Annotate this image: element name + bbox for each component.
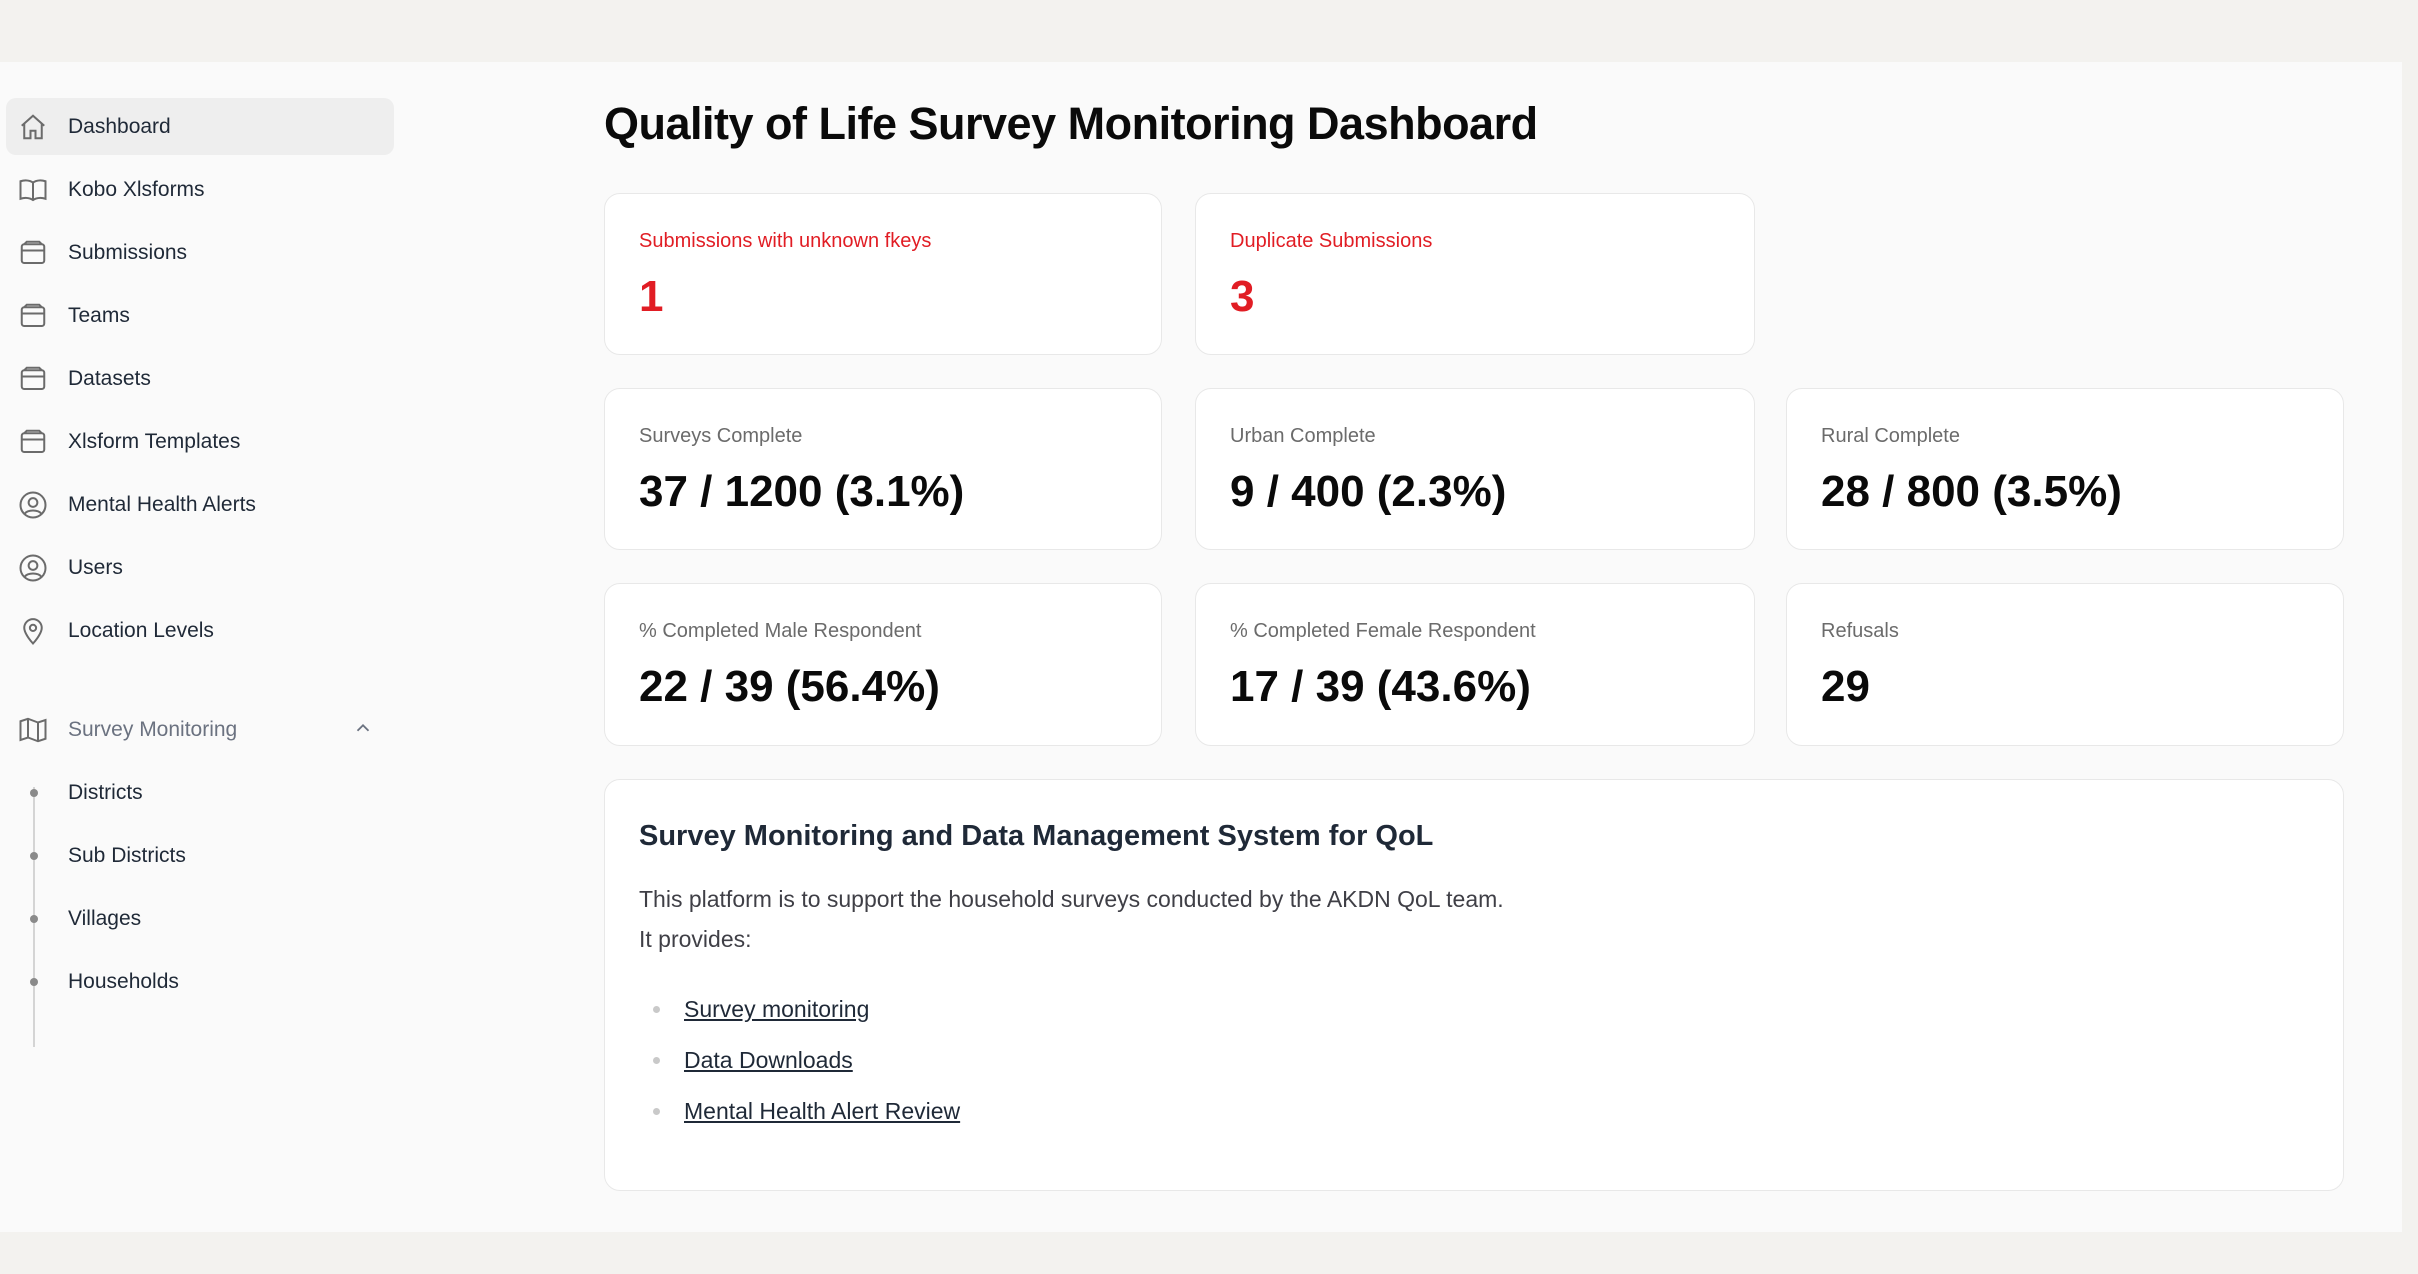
sidebar-item-label: Users: [68, 555, 123, 579]
user-circle-icon: [16, 488, 50, 522]
sidebar-subitem-label: Districts: [68, 780, 143, 804]
alert-card-unknown-fkeys[interactable]: Submissions with unknown fkeys 1: [604, 193, 1162, 355]
card-value: 1: [639, 272, 664, 321]
map-icon: [16, 713, 50, 747]
card-value: 37 / 1200 (3.1%): [639, 467, 965, 516]
sidebar-item-users[interactable]: Users: [6, 539, 394, 596]
card-label: % Completed Female Respondent: [1230, 620, 1536, 642]
info-description: This platform is to support the househol…: [639, 886, 1504, 912]
card-value: 9 / 400 (2.3%): [1230, 467, 1507, 516]
sidebar-item-teams[interactable]: Teams: [6, 287, 394, 344]
sidebar-item-dashboard[interactable]: Dashboard: [6, 98, 394, 155]
stat-card-female-respondent: % Completed Female Respondent 17 / 39 (4…: [1195, 583, 1755, 746]
app-window: Dashboard Kobo Xlsforms Submissions Team…: [0, 62, 2402, 1232]
sidebar-item-label: Datasets: [68, 366, 151, 390]
sidebar-subitem-households[interactable]: Households: [6, 953, 394, 1010]
tray-icon: [16, 236, 50, 270]
card-value: 22 / 39 (56.4%): [639, 662, 940, 711]
sidebar-subitem-sub-districts[interactable]: Sub Districts: [6, 827, 394, 884]
tray-icon: [16, 362, 50, 396]
card-label: Rural Complete: [1821, 425, 1960, 447]
sidebar-item-xlsform-templates[interactable]: Xlsform Templates: [6, 413, 394, 470]
sidebar-group-label: Survey Monitoring: [68, 717, 238, 741]
bullet-dot: [30, 788, 38, 797]
stat-card-refusals: Refusals 29: [1786, 583, 2344, 746]
info-link-list: Survey monitoring Data Downloads Mental …: [639, 984, 960, 1137]
card-label: Submissions with unknown fkeys: [639, 230, 932, 252]
bullet-dot: [30, 914, 38, 923]
sidebar-item-label: Submissions: [68, 240, 188, 264]
sidebar-item-location-levels[interactable]: Location Levels: [6, 602, 394, 659]
alert-card-duplicate-submissions[interactable]: Duplicate Submissions 3: [1195, 193, 1755, 355]
card-value: 17 / 39 (43.6%): [1230, 662, 1531, 711]
bullet-dot: [30, 851, 38, 860]
bullet-dot: [30, 977, 38, 986]
sidebar-item-label: Teams: [68, 303, 130, 327]
sidebar-item-submissions[interactable]: Submissions: [6, 224, 394, 281]
bullet-dot: [653, 1057, 660, 1064]
sidebar-subitem-label: Sub Districts: [68, 843, 186, 867]
card-label: Surveys Complete: [639, 425, 803, 447]
sidebar-item-label: Mental Health Alerts: [68, 492, 256, 516]
tray-icon: [16, 425, 50, 459]
sidebar-item-label: Kobo Xlsforms: [68, 177, 205, 201]
sidebar-subitem-label: Households: [68, 969, 179, 993]
card-label: % Completed Male Respondent: [639, 620, 922, 642]
card-value: 28 / 800 (3.5%): [1821, 467, 2122, 516]
page-title: Quality of Life Survey Monitoring Dashbo…: [604, 98, 1538, 149]
book-icon: [16, 173, 50, 207]
link-data-downloads[interactable]: Data Downloads: [684, 1047, 853, 1074]
sidebar-item-label: Dashboard: [68, 114, 171, 138]
bullet-dot: [653, 1108, 660, 1115]
sidebar-item-label: Location Levels: [68, 618, 214, 642]
stat-card-surveys-complete: Surveys Complete 37 / 1200 (3.1%): [604, 388, 1162, 550]
sidebar-subitem-villages[interactable]: Villages: [6, 890, 394, 947]
sidebar-item-mental-health-alerts[interactable]: Mental Health Alerts: [6, 476, 394, 533]
sidebar-item-label: Xlsform Templates: [68, 429, 241, 453]
info-provides-label: It provides:: [639, 926, 752, 952]
card-value: 3: [1230, 272, 1255, 321]
list-item: Survey monitoring: [639, 984, 960, 1035]
stat-card-urban-complete: Urban Complete 9 / 400 (2.3%): [1195, 388, 1755, 550]
card-label: Refusals: [1821, 620, 1899, 642]
sidebar-group-survey-monitoring[interactable]: Survey Monitoring: [6, 701, 394, 758]
home-icon: [16, 110, 50, 144]
map-pin-icon: [16, 614, 50, 648]
card-value: 29: [1821, 662, 1870, 711]
card-label: Duplicate Submissions: [1230, 230, 1433, 252]
stat-card-male-respondent: % Completed Male Respondent 22 / 39 (56.…: [604, 583, 1162, 746]
info-card: Survey Monitoring and Data Management Sy…: [604, 779, 2344, 1191]
user-circle-icon: [16, 551, 50, 585]
chevron-up-icon[interactable]: [352, 717, 376, 741]
tray-icon: [16, 299, 50, 333]
link-survey-monitoring[interactable]: Survey monitoring: [684, 996, 869, 1023]
list-item: Mental Health Alert Review: [639, 1086, 960, 1137]
sidebar-subitem-label: Villages: [68, 906, 142, 930]
sidebar-subitem-districts[interactable]: Districts: [6, 764, 394, 821]
link-mental-health-alert-review[interactable]: Mental Health Alert Review: [684, 1098, 960, 1125]
sidebar-item-datasets[interactable]: Datasets: [6, 350, 394, 407]
list-item: Data Downloads: [639, 1035, 960, 1086]
stat-card-rural-complete: Rural Complete 28 / 800 (3.5%): [1786, 388, 2344, 550]
sidebar: Dashboard Kobo Xlsforms Submissions Team…: [0, 62, 420, 1232]
bullet-dot: [653, 1006, 660, 1013]
card-label: Urban Complete: [1230, 425, 1376, 447]
sidebar-item-kobo-xlsforms[interactable]: Kobo Xlsforms: [6, 161, 394, 218]
info-title: Survey Monitoring and Data Management Sy…: [639, 820, 1434, 852]
